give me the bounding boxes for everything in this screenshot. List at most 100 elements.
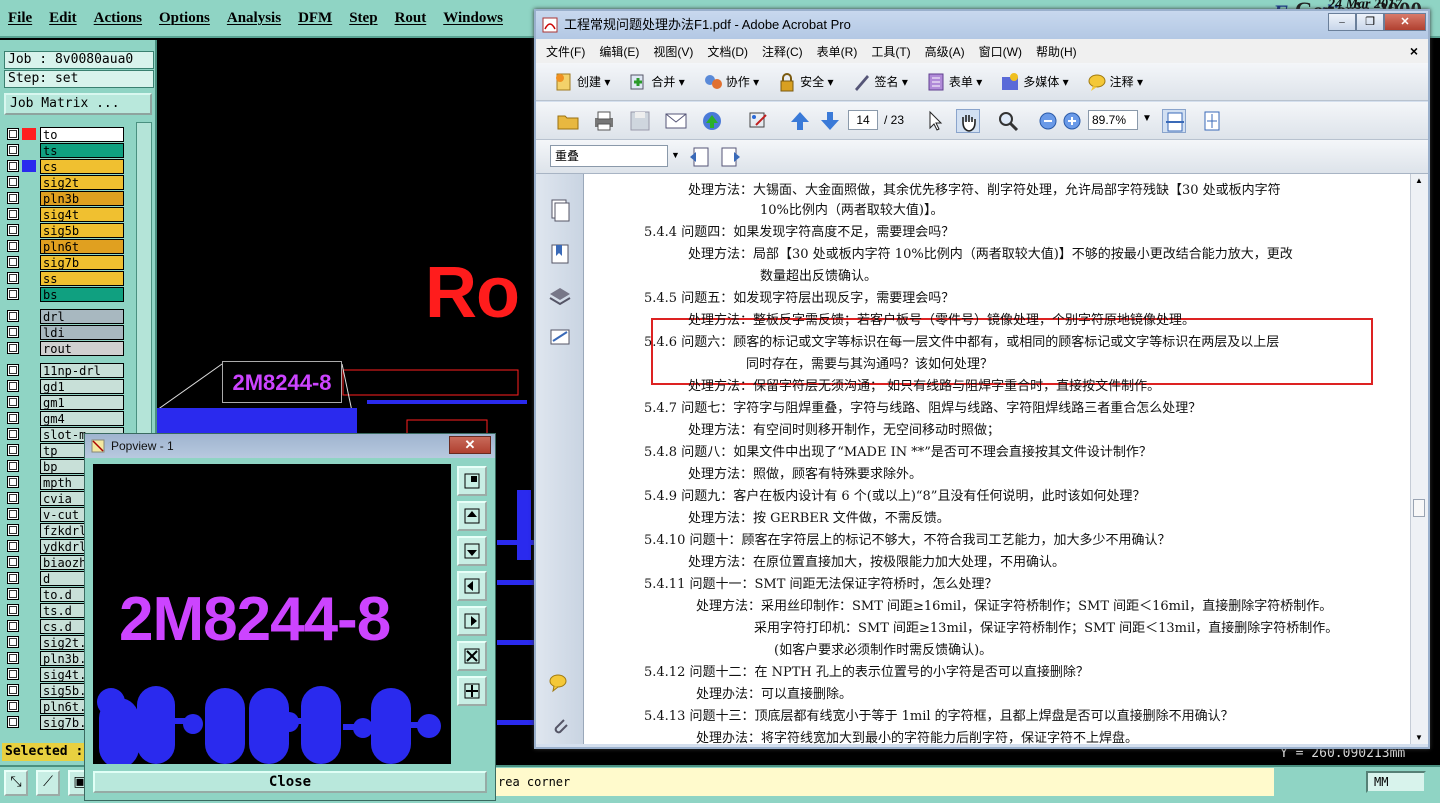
layer-checkbox[interactable] [7, 508, 19, 520]
minimize-button[interactable]: – [1328, 13, 1356, 31]
popview-titlebar[interactable]: Popview - 1 [85, 434, 495, 458]
close-window-button[interactable]: ✕ [1384, 13, 1426, 31]
layer-checkbox[interactable] [7, 208, 19, 220]
layer-checkbox[interactable] [7, 396, 19, 408]
print-icon[interactable] [592, 109, 616, 133]
menu-windows[interactable]: Windows [443, 10, 503, 27]
layer-row[interactable]: to [4, 126, 128, 142]
popview-pan-left-icon[interactable] [457, 571, 487, 601]
layer-checkbox[interactable] [7, 556, 19, 568]
find-next-icon[interactable] [720, 146, 742, 168]
menu-actions[interactable]: Actions [94, 10, 142, 27]
menu-document[interactable]: 文档(D) [707, 43, 748, 60]
menu-options[interactable]: Options [159, 10, 210, 27]
menu-dfm[interactable]: DFM [298, 10, 332, 27]
layer-checkbox[interactable] [7, 310, 19, 322]
zoom-out-icon[interactable] [1036, 109, 1060, 133]
task-create-button[interactable]: 创建 ▾ [554, 72, 610, 92]
bookmarks-icon[interactable] [548, 242, 572, 266]
layer-checkbox[interactable] [7, 160, 19, 172]
email-icon[interactable] [664, 109, 688, 133]
edit-object-icon[interactable] [746, 109, 770, 133]
menu-analysis[interactable]: Analysis [227, 10, 281, 27]
layer-row[interactable]: sig7b [4, 254, 128, 270]
layer-checkbox[interactable] [7, 128, 19, 140]
document-close-icon[interactable]: × [1410, 43, 1418, 59]
layer-checkbox[interactable] [7, 668, 19, 680]
layer-checkbox[interactable] [7, 224, 19, 236]
task-multimedia-button[interactable]: 多媒体 ▾ [1000, 72, 1069, 92]
popview-canvas[interactable]: 2M8244-8 [93, 464, 451, 764]
zoom-tool-icon[interactable] [996, 109, 1020, 133]
layer-row[interactable]: gd1 [4, 378, 128, 394]
layer-checkbox[interactable] [7, 428, 19, 440]
document-page[interactable]: 处理方法：大锡面、大金面照做，其余优先移字符、削字符处理，允许局部字符残缺【30… [584, 174, 1410, 744]
layer-checkbox[interactable] [7, 524, 19, 536]
select-tool-icon[interactable] [924, 109, 948, 133]
layer-row[interactable]: sig4t [4, 206, 128, 222]
layer-row[interactable]: ldi [4, 324, 128, 340]
layer-row[interactable]: cs [4, 158, 128, 174]
signatures-icon[interactable] [548, 326, 572, 350]
layer-checkbox[interactable] [7, 144, 19, 156]
units-select[interactable]: MM [1366, 771, 1426, 793]
layer-checkbox[interactable] [7, 460, 19, 472]
popview-pan-right-icon[interactable] [457, 606, 487, 636]
scroll-down-arrow-icon[interactable]: ▼ [1415, 733, 1423, 742]
layer-row[interactable]: sig5b [4, 222, 128, 238]
layer-checkbox[interactable] [7, 288, 19, 300]
layer-checkbox[interactable] [7, 192, 19, 204]
layer-checkbox[interactable] [7, 176, 19, 188]
measure-icon[interactable]: ⟋ [36, 770, 60, 796]
attachments-icon[interactable] [548, 714, 572, 738]
layer-checkbox[interactable] [7, 380, 19, 392]
menu-forms[interactable]: 表单(R) [817, 43, 858, 60]
menu-step[interactable]: Step [349, 10, 377, 27]
menu-view[interactable]: 视图(V) [653, 43, 693, 60]
open-folder-icon[interactable] [556, 109, 580, 133]
acrobat-titlebar[interactable]: 工程常规问题处理办法F1.pdf - Adobe Acrobat Pro [536, 11, 1428, 39]
menu-tools[interactable]: 工具(T) [871, 43, 910, 60]
fit-page-icon[interactable] [1200, 109, 1224, 133]
layers-icon[interactable] [548, 284, 572, 308]
layer-row[interactable]: 11np-drl [4, 362, 128, 378]
layer-checkbox[interactable] [7, 716, 19, 728]
layer-checkbox[interactable] [7, 240, 19, 252]
layer-checkbox[interactable] [7, 412, 19, 424]
task-comment-button[interactable]: 注释 ▾ [1087, 72, 1143, 92]
popview-pan-down-icon[interactable] [457, 536, 487, 566]
layer-checkbox[interactable] [7, 272, 19, 284]
layer-checkbox[interactable] [7, 342, 19, 354]
menu-advanced[interactable]: 高级(A) [925, 43, 965, 60]
popview-close-x-button[interactable]: ✕ [449, 436, 491, 454]
previous-page-icon[interactable] [788, 109, 812, 133]
find-previous-icon[interactable] [688, 146, 710, 168]
layer-checkbox[interactable] [7, 684, 19, 696]
scroll-up-arrow-icon[interactable]: ▲ [1415, 176, 1423, 185]
popview-zoom-in-icon[interactable] [457, 676, 487, 706]
layer-checkbox[interactable] [7, 620, 19, 632]
save-icon[interactable] [628, 109, 652, 133]
layer-row[interactable]: gm1 [4, 394, 128, 410]
menu-edit[interactable]: 编辑(E) [599, 43, 639, 60]
menu-rout[interactable]: Rout [395, 10, 427, 27]
popview-pan-up-icon[interactable] [457, 501, 487, 531]
hand-tool-icon[interactable] [956, 109, 980, 133]
find-dropdown-chevron-icon[interactable]: ▼ [671, 150, 680, 160]
task-security-button[interactable]: 安全 ▾ [777, 72, 834, 92]
layer-checkbox[interactable] [7, 604, 19, 616]
menu-edit[interactable]: Edit [49, 10, 77, 27]
layer-row[interactable]: ss [4, 270, 128, 286]
layer-checkbox[interactable] [7, 364, 19, 376]
layer-row[interactable]: bs [4, 286, 128, 302]
document-scrollbar[interactable]: ▲ ▼ [1410, 174, 1428, 744]
layer-checkbox[interactable] [7, 700, 19, 712]
page-number-input[interactable]: 14 [848, 110, 878, 130]
comments-icon[interactable] [548, 672, 572, 696]
next-page-icon[interactable] [818, 109, 842, 133]
popview-zoom-out-icon[interactable] [457, 641, 487, 671]
layer-checkbox[interactable] [7, 540, 19, 552]
zoom-level-input[interactable]: 89.7% [1088, 110, 1138, 130]
layer-checkbox[interactable] [7, 652, 19, 664]
fit-width-icon[interactable] [1162, 109, 1186, 133]
